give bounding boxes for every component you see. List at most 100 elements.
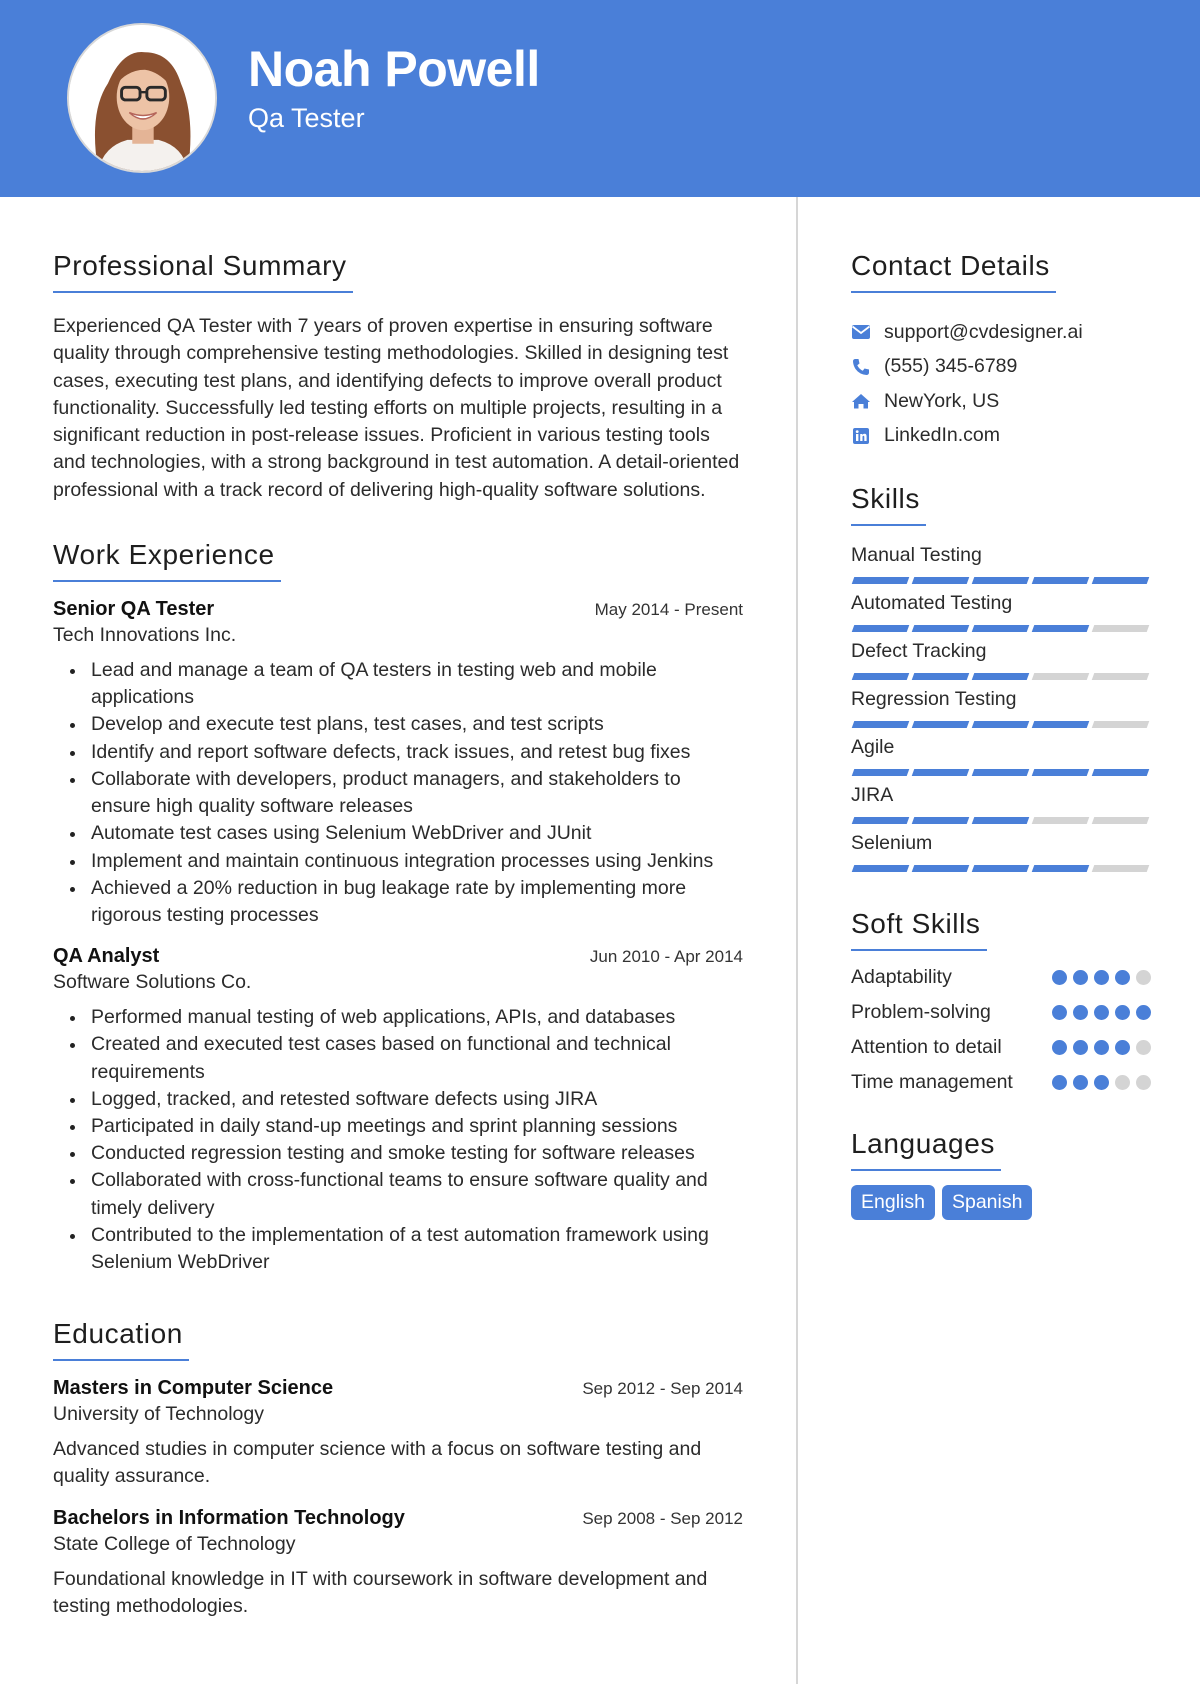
soft-skill-name: Time management <box>851 1071 1013 1093</box>
bullet-item: Contributed to the implementation of a t… <box>68 1222 743 1276</box>
soft-skill-item: Problem-solving <box>851 998 1151 1026</box>
rating-dot-empty <box>1136 1075 1151 1090</box>
skill-segment-filled <box>851 817 910 824</box>
skill-segment-filled <box>911 577 970 584</box>
bullet-item: Performed manual testing of web applicat… <box>68 1004 743 1031</box>
bullet-item: Collaborate with developers, product man… <box>68 766 743 820</box>
language-badge: English <box>851 1185 935 1220</box>
contact-item[interactable]: (555) 345-6789 <box>851 350 1151 385</box>
linkedin-icon <box>851 426 871 446</box>
school-name: University of Technology <box>53 1403 264 1426</box>
resume-header: Noah Powell Qa Tester <box>0 0 1200 197</box>
contact-item[interactable]: NewYork, US <box>851 384 1151 419</box>
skill-segment-filled <box>971 769 1030 776</box>
bullet-item: Develop and execute test plans, test cas… <box>68 711 743 738</box>
skill-name: Automated Testing <box>851 592 1013 614</box>
skill-segment-empty <box>1091 721 1150 728</box>
rating-dot-filled <box>1052 970 1067 985</box>
job-entry: Senior QA Tester May 2014 - Present Tech I… <box>53 598 743 929</box>
rating-dot-filled <box>1052 1075 1067 1090</box>
skill-segment-filled <box>851 865 910 872</box>
skill-segment-filled <box>911 865 970 872</box>
skill-name: Defect Tracking <box>851 640 987 662</box>
job-company: Software Solutions Co. <box>53 971 252 994</box>
contact-text: NewYork, US <box>884 389 1000 412</box>
contact-text: support@cvdesigner.ai <box>884 320 1083 343</box>
rating-dot-filled <box>1073 1005 1088 1020</box>
skill-item: JIRA <box>851 782 1151 824</box>
job-bullets: Performed manual testing of web applicat… <box>53 1004 743 1276</box>
skill-item: Defect Tracking <box>851 638 1151 680</box>
rating-dot-filled <box>1073 1075 1088 1090</box>
skill-segment-filled <box>851 769 910 776</box>
contact-section: Contact Details support@cvdesigner.ai (55… <box>851 250 1151 453</box>
section-title: Work Experience <box>53 539 281 583</box>
skill-segment-filled <box>851 721 910 728</box>
soft-skill-item: Attention to detail <box>851 1033 1151 1061</box>
skill-level-bar <box>851 721 1151 728</box>
soft-skill-item: Time management <box>851 1068 1151 1096</box>
skill-level-bar <box>851 673 1151 680</box>
skill-level-bar <box>851 577 1151 584</box>
bullet-item: Lead and manage a team of QA testers in … <box>68 657 743 711</box>
skill-item: Agile <box>851 734 1151 776</box>
bullet-item: Collaborated with cross-functional teams… <box>68 1167 743 1221</box>
candidate-name: Noah Powell <box>248 41 540 97</box>
job-entry: QA Analyst Jun 2010 - Apr 2014 Software So… <box>53 945 743 1276</box>
rating-dot-filled <box>1115 1040 1130 1055</box>
job-title: Senior QA Tester <box>53 598 215 621</box>
bullet-item: Achieved a 20% reduction in bug leakage … <box>68 875 743 929</box>
soft-skill-name: Attention to detail <box>851 1036 1002 1058</box>
rating-dot-filled <box>1073 1040 1088 1055</box>
home-icon <box>851 391 871 411</box>
skill-segment-filled <box>1031 721 1090 728</box>
bullet-item: Identify and report software defects, tr… <box>68 739 743 766</box>
skill-item: Manual Testing <box>851 542 1151 584</box>
skill-name: Manual Testing <box>851 544 982 566</box>
job-title: QA Analyst <box>53 945 160 968</box>
skill-segment-empty <box>1091 625 1150 632</box>
rating-dot-empty <box>1136 970 1151 985</box>
phone-icon <box>851 357 871 377</box>
skill-item: Regression Testing <box>851 686 1151 728</box>
skill-segment-filled <box>911 721 970 728</box>
skill-segment-filled <box>1091 769 1150 776</box>
degree-title: Masters in Computer Science <box>53 1377 334 1400</box>
skill-name: JIRA <box>851 784 894 806</box>
section-title: Professional Summary <box>53 250 353 293</box>
education-description: Advanced studies in computer science wit… <box>53 1438 702 1488</box>
job-bullets: Lead and manage a team of QA testers in … <box>53 657 743 929</box>
person-portrait-icon <box>69 25 215 171</box>
contact-text: (555) 345-6789 <box>884 355 1018 378</box>
skill-segment-filled <box>911 817 970 824</box>
language-badge: Spanish <box>941 1185 1033 1220</box>
job-header: QA Analyst Jun 2010 - Apr 2014 <box>53 945 743 968</box>
skill-segment-filled <box>1031 625 1090 632</box>
rating-dot-filled <box>1094 1075 1109 1090</box>
bullet-item: Created and executed test cases based on… <box>68 1031 743 1085</box>
skill-segment-filled <box>851 577 910 584</box>
education-header: Bachelors in Information Technology Sep 2… <box>53 1507 743 1530</box>
skill-segment-filled <box>971 625 1030 632</box>
skill-segment-filled <box>911 673 970 680</box>
skill-segment-filled <box>1031 577 1090 584</box>
contact-item[interactable]: LinkedIn.com <box>851 419 1151 454</box>
skill-segment-filled <box>1031 769 1090 776</box>
main-column: Professional Summary Experienced QA Test… <box>53 250 743 1650</box>
languages-section: Languages English Spanish <box>851 1128 1151 1220</box>
skill-level-bar <box>851 865 1151 872</box>
summary-text: Experienced QA Tester with 7 years of pr… <box>53 315 740 501</box>
rating-dot-empty <box>1136 1040 1151 1055</box>
skill-segment-filled <box>971 817 1030 824</box>
skill-segment-empty <box>1031 817 1090 824</box>
bullet-item: Automate test cases using Selenium WebDr… <box>68 820 743 847</box>
skill-level-bar <box>851 769 1151 776</box>
skill-segment-filled <box>971 577 1030 584</box>
contact-item[interactable]: support@cvdesigner.ai <box>851 315 1151 350</box>
skill-segment-filled <box>851 673 910 680</box>
section-title: Contact Details <box>851 250 1056 293</box>
rating-dot-filled <box>1094 1005 1109 1020</box>
skill-level-bar <box>851 817 1151 824</box>
education-entry: Masters in Computer Science Sep 2012 - Se… <box>53 1377 743 1490</box>
rating-dot-filled <box>1094 1040 1109 1055</box>
